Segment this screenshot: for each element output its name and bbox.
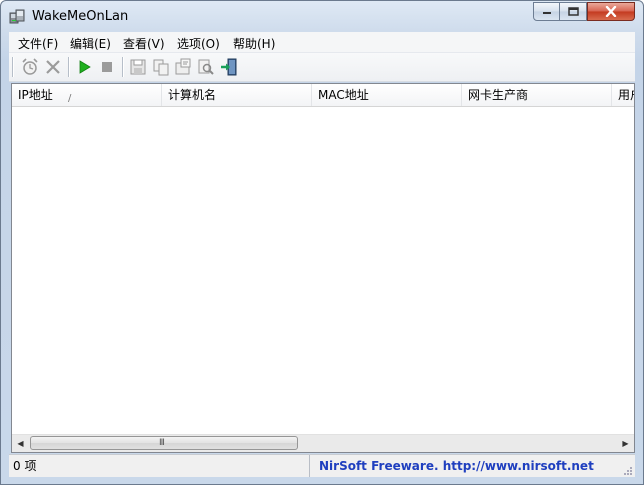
menu-view[interactable]: 查看(V): [123, 35, 165, 52]
app-icon: [9, 8, 26, 25]
close-button[interactable]: [587, 2, 635, 21]
status-bar: 0 项 NirSoft Freeware. http://www.nirsoft…: [9, 454, 635, 477]
device-list[interactable]: IP地址 / 计算机名 MAC地址 网卡生产商 用户 ◀ III ▶: [11, 83, 635, 453]
toolbar-separator: [12, 57, 13, 77]
item-count: 0 项: [13, 455, 310, 477]
horizontal-scrollbar[interactable]: ◀ III ▶: [12, 434, 634, 452]
list-header: IP地址 / 计算机名 MAC地址 网卡生产商 用户: [12, 84, 634, 107]
minimize-icon: [542, 11, 551, 14]
title-bar[interactable]: WakeMeOnLan: [1, 1, 643, 31]
column-header-user[interactable]: 用户: [612, 84, 634, 106]
find-icon[interactable]: [196, 57, 216, 77]
column-header-label: MAC地址: [318, 88, 369, 102]
column-header-computer-name[interactable]: 计算机名: [162, 84, 312, 106]
toolbar-separator: [68, 57, 69, 77]
toolbar-separator: [122, 57, 123, 77]
stop-icon[interactable]: [97, 57, 117, 77]
menu-edit[interactable]: 编辑(E): [70, 35, 111, 52]
scrollbar-grip: III: [159, 438, 165, 448]
nirsoft-link[interactable]: NirSoft Freeware. http://www.nirsoft.net: [319, 455, 594, 477]
exit-icon[interactable]: [219, 57, 239, 77]
maximize-button[interactable]: [560, 2, 587, 21]
minimize-button[interactable]: [533, 2, 560, 21]
scroll-right-arrow-icon[interactable]: ▶: [617, 435, 634, 452]
app-window: WakeMeOnLan 文件(F) 编辑(E) 查看(V) 选项(O) 帮助(H…: [0, 0, 644, 485]
column-header-ip[interactable]: IP地址 /: [12, 84, 162, 106]
column-header-label: 用户: [618, 88, 634, 102]
scroll-left-arrow-icon[interactable]: ◀: [12, 435, 29, 452]
delete-icon[interactable]: [43, 57, 63, 77]
resize-grip-icon[interactable]: [623, 465, 633, 475]
menu-options[interactable]: 选项(O): [177, 35, 220, 52]
column-header-label: IP地址: [18, 88, 53, 102]
toolbar: [9, 53, 635, 82]
column-header-vendor[interactable]: 网卡生产商: [462, 84, 612, 106]
menu-bar: 文件(F) 编辑(E) 查看(V) 选项(O) 帮助(H): [9, 32, 635, 53]
menu-file[interactable]: 文件(F): [18, 35, 58, 52]
column-header-label: 计算机名: [168, 88, 217, 102]
save-icon[interactable]: [128, 57, 148, 77]
properties-icon[interactable]: [173, 57, 193, 77]
play-icon[interactable]: [74, 57, 94, 77]
sort-indicator-icon: /: [68, 93, 72, 104]
alarm-clock-icon[interactable]: [20, 57, 40, 77]
scrollbar-thumb[interactable]: III: [30, 436, 298, 450]
window-title: WakeMeOnLan: [32, 9, 129, 24]
close-icon: [605, 6, 617, 17]
column-header-mac[interactable]: MAC地址: [312, 84, 462, 106]
menu-help[interactable]: 帮助(H): [233, 35, 275, 52]
copy-icon[interactable]: [151, 57, 171, 77]
column-header-label: 网卡生产商: [468, 88, 529, 102]
maximize-icon: [567, 7, 579, 16]
